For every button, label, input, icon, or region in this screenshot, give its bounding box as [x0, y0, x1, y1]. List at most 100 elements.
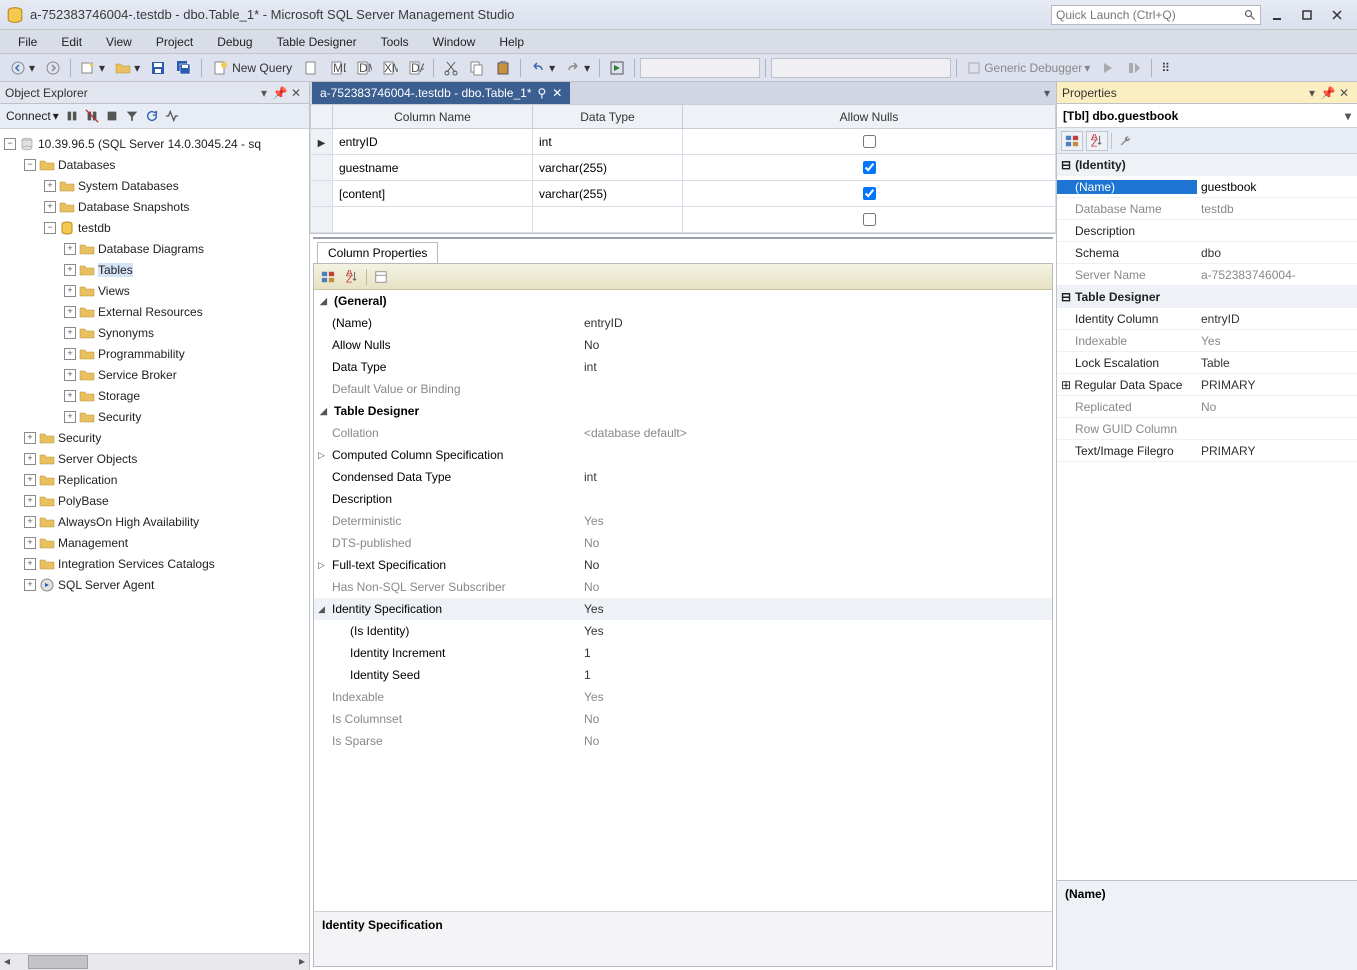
- maximize-button[interactable]: [1293, 5, 1321, 25]
- categorized-view-icon[interactable]: [1061, 131, 1083, 151]
- menu-file[interactable]: File: [8, 32, 47, 52]
- categorized-view-icon[interactable]: [318, 267, 338, 287]
- prop-deterministic[interactable]: DeterministicYes: [314, 510, 1052, 532]
- panel-close-icon[interactable]: ✕: [288, 85, 304, 101]
- tree-synonyms[interactable]: +Synonyms: [0, 322, 309, 343]
- refresh-icon[interactable]: [145, 109, 159, 123]
- prop-data-type[interactable]: Data Typeint: [314, 356, 1052, 378]
- horizontal-scrollbar[interactable]: ◂▸: [0, 953, 309, 970]
- tree-tables[interactable]: +Tables: [0, 259, 309, 280]
- object-explorer-tree[interactable]: −10.39.96.5 (SQL Server 14.0.3045.24 - s…: [0, 129, 309, 953]
- row-selector[interactable]: [311, 155, 333, 181]
- document-tab-active[interactable]: a-752383746004-.testdb - dbo.Table_1* ⚲ …: [312, 82, 570, 104]
- menu-tools[interactable]: Tools: [371, 32, 419, 52]
- tree-testdb[interactable]: −testdb: [0, 217, 309, 238]
- tree-storage[interactable]: +Storage: [0, 385, 309, 406]
- disconnect-icon[interactable]: [65, 109, 79, 123]
- toolbar-options-icon[interactable]: ⠿: [1157, 57, 1174, 79]
- prop-replicated[interactable]: ReplicatedNo: [1057, 396, 1357, 418]
- group-general[interactable]: ◢(General): [314, 290, 1052, 312]
- tree-integration-services[interactable]: +Integration Services Catalogs: [0, 553, 309, 574]
- allow-nulls-checkbox[interactable]: [863, 187, 876, 200]
- prop-default-value[interactable]: Default Value or Binding: [314, 378, 1052, 400]
- tree-external-resources[interactable]: +External Resources: [0, 301, 309, 322]
- name-input[interactable]: [1201, 180, 1357, 194]
- connect-button[interactable]: Connect ▾: [6, 109, 59, 123]
- prop-collation[interactable]: Collation<database default>: [314, 422, 1052, 444]
- prop-name[interactable]: (Name)entryID: [314, 312, 1052, 334]
- properties-grid[interactable]: ⊟ (Identity) (Name) Database Nametestdb …: [1057, 154, 1357, 880]
- menu-help[interactable]: Help: [489, 32, 534, 52]
- cell-column-name[interactable]: guestname: [333, 155, 533, 181]
- activity-icon[interactable]: [165, 109, 179, 123]
- database-engine-query-icon[interactable]: [300, 57, 324, 79]
- prop-server-name[interactable]: Server Namea-752383746004-: [1057, 264, 1357, 286]
- row-selector[interactable]: [311, 181, 333, 207]
- copy-button[interactable]: [465, 57, 489, 79]
- dmx-query-icon[interactable]: DMX: [352, 57, 376, 79]
- allow-nulls-checkbox[interactable]: [863, 213, 876, 226]
- tree-database-diagrams[interactable]: +Database Diagrams: [0, 238, 309, 259]
- prop-regular-data-space[interactable]: ⊞ Regular Data SpacePRIMARY: [1057, 374, 1357, 396]
- prop-text-image-filegroup[interactable]: Text/Image FilegroPRIMARY: [1057, 440, 1357, 462]
- xmla-query-icon[interactable]: XMLA: [378, 57, 402, 79]
- save-button[interactable]: [146, 57, 170, 79]
- tree-management[interactable]: +Management: [0, 532, 309, 553]
- property-pages-icon[interactable]: [371, 267, 391, 287]
- quick-launch-input[interactable]: Quick Launch (Ctrl+Q): [1051, 5, 1261, 25]
- cell-data-type[interactable]: varchar(255): [533, 181, 683, 207]
- tree-sql-server-agent[interactable]: +SQL Server Agent: [0, 574, 309, 595]
- prop-name[interactable]: (Name): [1057, 176, 1357, 198]
- group-table-designer[interactable]: ◢Table Designer: [314, 400, 1052, 422]
- generic-debugger-dropdown[interactable]: Generic Debugger ▾: [962, 60, 1094, 76]
- prop-non-sql-subscriber[interactable]: Has Non-SQL Server SubscriberNo: [314, 576, 1052, 598]
- allow-nulls-checkbox[interactable]: [863, 161, 876, 174]
- group-identity[interactable]: ⊟ (Identity): [1057, 154, 1357, 176]
- menu-window[interactable]: Window: [423, 32, 486, 52]
- alphabetical-view-icon[interactable]: AZ: [1086, 131, 1108, 151]
- disconnect-all-icon[interactable]: [85, 109, 99, 123]
- cell-allow-nulls[interactable]: [683, 155, 1056, 181]
- new-query-button[interactable]: New Query: [207, 57, 298, 79]
- cell-column-name[interactable]: entryID: [333, 129, 533, 155]
- paste-button[interactable]: [491, 57, 515, 79]
- alphabetical-view-icon[interactable]: AZ: [342, 267, 362, 287]
- panel-dropdown-icon[interactable]: ▾: [1304, 85, 1320, 101]
- tree-replication[interactable]: +Replication: [0, 469, 309, 490]
- panel-close-icon[interactable]: ✕: [1336, 85, 1352, 101]
- tree-always-on[interactable]: +AlwaysOn High Availability: [0, 511, 309, 532]
- allow-nulls-checkbox[interactable]: [863, 135, 876, 148]
- nav-back-button[interactable]: ▾: [6, 57, 39, 79]
- execute-icon[interactable]: [605, 57, 629, 79]
- column-properties-grid[interactable]: ◢(General) (Name)entryID Allow NullsNo D…: [314, 290, 1052, 911]
- tab-close-icon[interactable]: ✕: [552, 86, 562, 100]
- stop-icon[interactable]: [105, 109, 119, 123]
- cell-allow-nulls[interactable]: [683, 181, 1056, 207]
- nav-forward-button[interactable]: [41, 57, 65, 79]
- minimize-button[interactable]: [1263, 5, 1291, 25]
- cell-data-type[interactable]: int: [533, 129, 683, 155]
- open-file-button[interactable]: ▾: [111, 57, 144, 79]
- tree-programmability[interactable]: +Programmability: [0, 343, 309, 364]
- menu-project[interactable]: Project: [146, 32, 203, 52]
- cell-allow-nulls[interactable]: [683, 129, 1056, 155]
- prop-is-columnset[interactable]: Is ColumnsetNo: [314, 708, 1052, 730]
- row-selector[interactable]: [311, 207, 333, 233]
- prop-description[interactable]: Description: [314, 488, 1052, 510]
- group-table-designer[interactable]: ⊟ Table Designer: [1057, 286, 1357, 308]
- column-properties-tab[interactable]: Column Properties: [317, 242, 438, 263]
- tab-overflow-icon[interactable]: ▾: [1038, 82, 1056, 104]
- menu-table-designer[interactable]: Table Designer: [267, 32, 367, 52]
- new-project-button[interactable]: ▾: [76, 57, 109, 79]
- tree-system-databases[interactable]: +System Databases: [0, 175, 309, 196]
- column-row-empty[interactable]: [311, 207, 1056, 233]
- row-selector-icon[interactable]: [311, 129, 333, 155]
- header-data-type[interactable]: Data Type: [533, 105, 683, 129]
- prop-indexable[interactable]: IndexableYes: [1057, 330, 1357, 352]
- toolbar-dropdown-wide[interactable]: [771, 58, 951, 78]
- undo-button[interactable]: ▾: [526, 57, 559, 79]
- prop-identity-column[interactable]: Identity ColumnentryID: [1057, 308, 1357, 330]
- filter-icon[interactable]: [125, 109, 139, 123]
- panel-dropdown-icon[interactable]: ▾: [256, 85, 272, 101]
- dax-query-icon[interactable]: DAX: [404, 57, 428, 79]
